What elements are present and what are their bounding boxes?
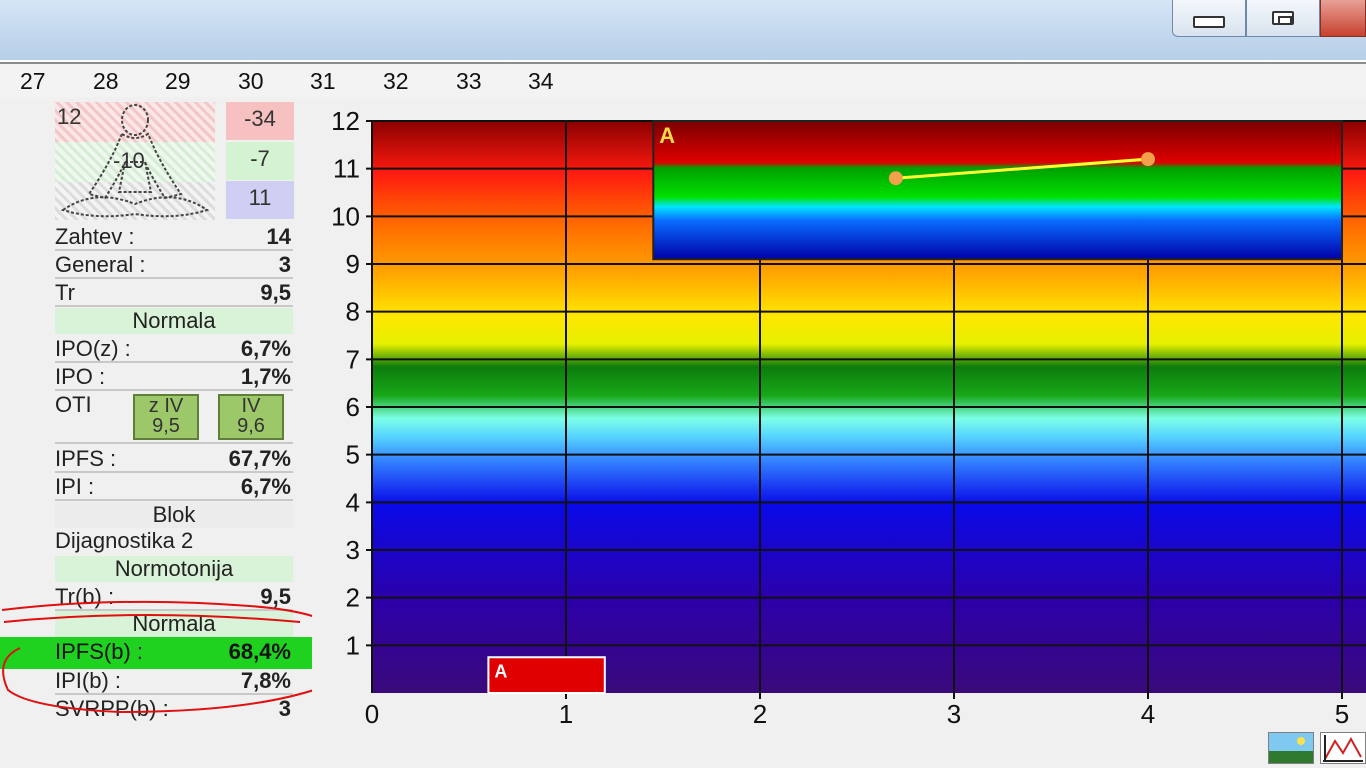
minimize-button[interactable] <box>1172 0 1246 37</box>
ruler-number[interactable]: 30 <box>238 68 264 95</box>
y-tick-label: 9 <box>346 249 360 279</box>
row-label: OTI <box>55 392 92 417</box>
row-tr: Tr 9,5 <box>55 280 293 307</box>
row-value: 14 <box>266 224 291 249</box>
oti-box-line2: 9,5 <box>152 415 180 437</box>
chart-graph-icon[interactable] <box>1320 732 1366 764</box>
body-figure-box: 12 -10 <box>55 102 215 220</box>
x-tick-label: 2 <box>753 699 767 729</box>
y-tick-label: 1 <box>346 630 360 660</box>
row-value: 6,7% <box>240 336 291 361</box>
ruler-number[interactable]: 34 <box>528 68 554 95</box>
oti-box-line2: 9,6 <box>237 415 265 437</box>
y-tick-label: 5 <box>346 440 360 470</box>
ruler-number[interactable]: 33 <box>456 68 482 95</box>
x-tick-label: 5 <box>1335 699 1349 729</box>
row-label: IPO : <box>55 364 106 389</box>
row-label: General : <box>55 252 146 277</box>
maximize-button[interactable] <box>1246 0 1320 37</box>
y-tick-label: 8 <box>346 297 360 327</box>
side-value-red: -34 <box>226 102 294 140</box>
y-tick-label: 12 <box>331 106 360 136</box>
inset-label: A <box>659 123 675 148</box>
inset-panel-a[interactable] <box>652 120 1343 261</box>
inset-label: A <box>494 661 507 681</box>
row-value: 9,5 <box>260 280 291 305</box>
number-ruler: 27 28 29 30 31 32 33 34 <box>0 62 1366 99</box>
ruler-number[interactable]: 27 <box>20 68 46 95</box>
restore-icon <box>1272 11 1294 25</box>
row-label: IPO(z) : <box>55 336 131 361</box>
minimize-icon <box>1193 16 1225 28</box>
data-point[interactable] <box>1141 152 1155 167</box>
row-value: 3 <box>278 252 291 277</box>
annotation-circle <box>1 600 350 714</box>
side-value-green: -7 <box>226 142 294 180</box>
y-tick-label: 2 <box>346 583 360 613</box>
oti-box-line1: z IV <box>148 395 184 417</box>
window-controls <box>1172 0 1366 40</box>
landscape-image-icon[interactable] <box>1268 732 1314 764</box>
y-tick-label: 10 <box>331 201 360 231</box>
ruler-number[interactable]: 31 <box>310 68 336 95</box>
y-tick-label: 7 <box>346 344 360 374</box>
row-label: IPI : <box>55 474 95 499</box>
section-blok: Blok <box>55 502 293 528</box>
row-label: Tr <box>55 280 75 305</box>
y-tick-label: 11 <box>333 154 360 184</box>
y-tick-label: 3 <box>346 535 360 565</box>
row-ipoz: IPO(z) : 6,7% <box>55 336 293 363</box>
x-tick-label: 1 <box>559 699 573 729</box>
row-ipi: IPI : 6,7% <box>55 474 293 501</box>
oti-box-z-iv[interactable]: z IV 9,5 <box>133 394 199 440</box>
oti-box-line1: IV <box>241 395 261 417</box>
row-general: General : 3 <box>55 252 293 279</box>
y-tick-label: 4 <box>346 487 360 517</box>
rainbow-chart[interactable]: AA 1234567891011120 1 2 3 4 5 <box>312 97 1366 732</box>
row-ipo: IPO : 1,7% <box>55 364 293 391</box>
data-point[interactable] <box>888 171 903 186</box>
status-normotonija: Normotonija <box>55 556 293 582</box>
window-titlebar <box>0 0 1366 60</box>
x-tick-label: 4 <box>1141 699 1155 729</box>
oti-box-iv[interactable]: IV 9,6 <box>218 394 284 440</box>
row-ipfs: IPFS : 67,7% <box>55 446 293 473</box>
figure-value-top: 12 <box>57 104 82 129</box>
status-normala: Normala <box>55 308 293 334</box>
x-tick-label: 3 <box>947 699 961 729</box>
row-value: 67,7% <box>228 446 291 471</box>
y-tick-label: 6 <box>346 392 360 422</box>
row-zahtev: Zahtev : 14 <box>55 224 293 251</box>
toolbar-icons <box>1268 732 1366 764</box>
ruler-number[interactable]: 28 <box>93 68 119 95</box>
close-button[interactable] <box>1320 0 1366 37</box>
row-label: IPFS : <box>55 446 117 471</box>
row-value: 6,7% <box>240 474 291 499</box>
ruler-number[interactable]: 32 <box>383 68 409 95</box>
ruler-number[interactable]: 29 <box>165 68 191 95</box>
figure-value-center: -10 <box>113 148 145 173</box>
row-value: 1,7% <box>240 364 291 389</box>
section-dijagnostika: Dijagnostika 2 <box>55 528 194 553</box>
side-value-blue: 11 <box>226 181 294 219</box>
x-tick-label: 0 <box>365 699 379 729</box>
row-label: Zahtev : <box>55 224 135 249</box>
